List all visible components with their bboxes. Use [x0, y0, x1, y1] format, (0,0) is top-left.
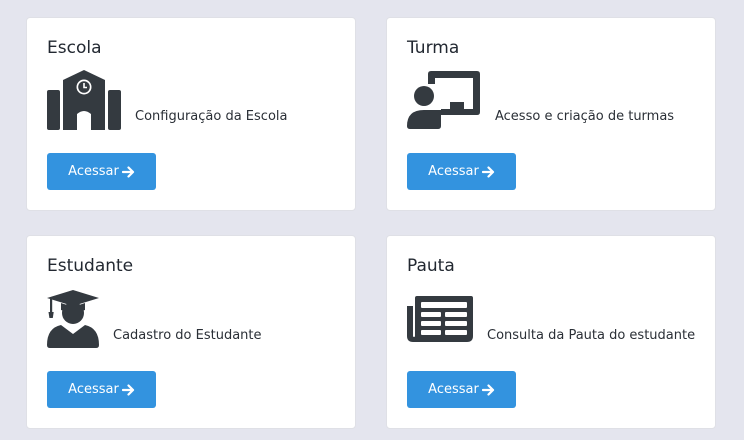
card-title: Pauta — [407, 256, 455, 276]
teacher-board-icon — [407, 71, 480, 129]
school-icon — [47, 70, 121, 130]
arrow-right-icon — [121, 383, 134, 396]
card-escola: Escola Configuração da Escola Acessar — [26, 17, 356, 211]
card-title: Escola — [47, 38, 102, 58]
button-label: Acessar — [428, 382, 479, 397]
newspaper-icon — [407, 296, 473, 342]
card-pauta: Pauta Consulta da Pauta do estudante Ace… — [386, 235, 716, 429]
card-description: Acesso e criação de turmas — [495, 109, 675, 124]
card-estudante: Estudante Cadastro do Estudante Acessar — [26, 235, 356, 429]
card-description: Cadastro do Estudante — [113, 328, 262, 343]
acessar-estudante-button[interactable]: Acessar — [47, 371, 156, 408]
card-turma: Turma Acesso e criação de turmas Acessar — [386, 17, 716, 211]
button-label: Acessar — [68, 382, 119, 397]
acessar-pauta-button[interactable]: Acessar — [407, 371, 516, 408]
arrow-right-icon — [481, 165, 494, 178]
button-label: Acessar — [68, 164, 119, 179]
acessar-escola-button[interactable]: Acessar — [47, 153, 156, 190]
card-title: Turma — [407, 38, 460, 58]
acessar-turma-button[interactable]: Acessar — [407, 153, 516, 190]
card-description: Configuração da Escola — [135, 109, 288, 124]
graduate-student-icon — [47, 290, 99, 348]
arrow-right-icon — [121, 165, 134, 178]
arrow-right-icon — [481, 383, 494, 396]
button-label: Acessar — [428, 164, 479, 179]
card-description: Consulta da Pauta do estudante — [487, 328, 696, 343]
card-title: Estudante — [47, 256, 134, 276]
